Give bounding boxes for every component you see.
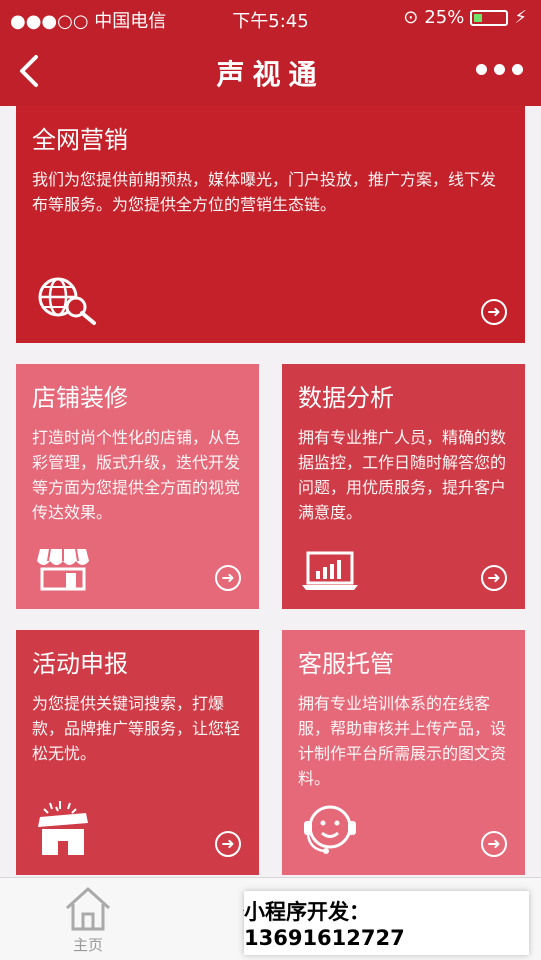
home-icon <box>65 887 111 931</box>
gift-box-icon <box>38 801 88 855</box>
card-description: 我们为您提供前期预热，媒体曝光，门户投放，推广方案，线下发布等服务。为您提供全方… <box>32 170 497 214</box>
page-title: 声视通 <box>216 58 325 91</box>
arrow-right-icon[interactable]: ➜ <box>215 831 241 857</box>
nav-bar: 声视通 <box>0 36 541 106</box>
laptop-chart-icon <box>302 551 358 590</box>
charging-icon: ⚡ <box>514 7 527 28</box>
battery-percent: 25% <box>424 7 465 28</box>
status-right: ⊙ 25% ⚡ <box>403 7 527 28</box>
card-title: 店铺装修 <box>32 384 128 412</box>
orientation-lock-icon: ⊙ <box>403 7 419 28</box>
popup-text: 小程序开发：13691612727 <box>244 900 405 950</box>
contact-popup: 小程序开发：13691612727 <box>244 891 529 955</box>
tab-home[interactable]: 主页 <box>28 884 148 955</box>
card-description: 打造时尚个性化的店铺，从色彩管理，版式升级，迭代开发等方面为您提供全方面的视觉传… <box>32 428 241 522</box>
card-title: 客服托管 <box>298 650 394 678</box>
service-card-store-design[interactable]: 店铺装修 打造时尚个性化的店铺，从色彩管理，版式升级，迭代开发等方面为您提供全方… <box>16 364 259 609</box>
card-title: 活动申报 <box>32 650 128 678</box>
storefront-icon <box>37 548 89 591</box>
battery-icon <box>470 9 509 26</box>
card-description: 拥有专业培训体系的在线客服，帮助审核并上传产品，设计制作平台所需展示的图文资料。 <box>298 694 507 788</box>
card-description: 拥有专业推广人员，精确的数据监控，工作日随时解答您的问题，用优质服务，提升客户满… <box>298 428 507 522</box>
more-menu-icon[interactable] <box>476 64 523 75</box>
arrow-right-icon[interactable]: ➜ <box>215 565 241 591</box>
status-bar: ●●●○○ 中国电信 下午5:45 ⊙ 25% ⚡ <box>0 0 541 36</box>
card-description: 为您提供关键词搜索，打爆款，品牌推广等服务，让您轻松无忧。 <box>32 694 241 763</box>
headset-support-icon <box>304 805 356 854</box>
arrow-right-icon[interactable]: ➜ <box>481 299 507 325</box>
tab-label: 主页 <box>72 936 103 954</box>
service-card-marketing[interactable]: 全网营销 我们为您提供前期预热，媒体曝光，门户投放，推广方案，线下发布等服务。为… <box>16 106 525 343</box>
service-card-event-filing[interactable]: 活动申报 为您提供关键词搜索，打爆款，品牌推广等服务，让您轻松无忧。 ➜ <box>16 630 259 875</box>
card-title: 全网营销 <box>32 126 128 154</box>
service-card-data-analysis[interactable]: 数据分析 拥有专业推广人员，精确的数据监控，工作日随时解答您的问题，用优质服务，… <box>282 364 525 609</box>
arrow-right-icon[interactable]: ➜ <box>481 831 507 857</box>
service-card-customer-service[interactable]: 客服托管 拥有专业培训体系的在线客服，帮助审核并上传产品，设计制作平台所需展示的… <box>282 630 525 875</box>
globe-search-icon <box>38 277 96 325</box>
card-title: 数据分析 <box>298 384 394 412</box>
arrow-right-icon[interactable]: ➜ <box>481 565 507 591</box>
